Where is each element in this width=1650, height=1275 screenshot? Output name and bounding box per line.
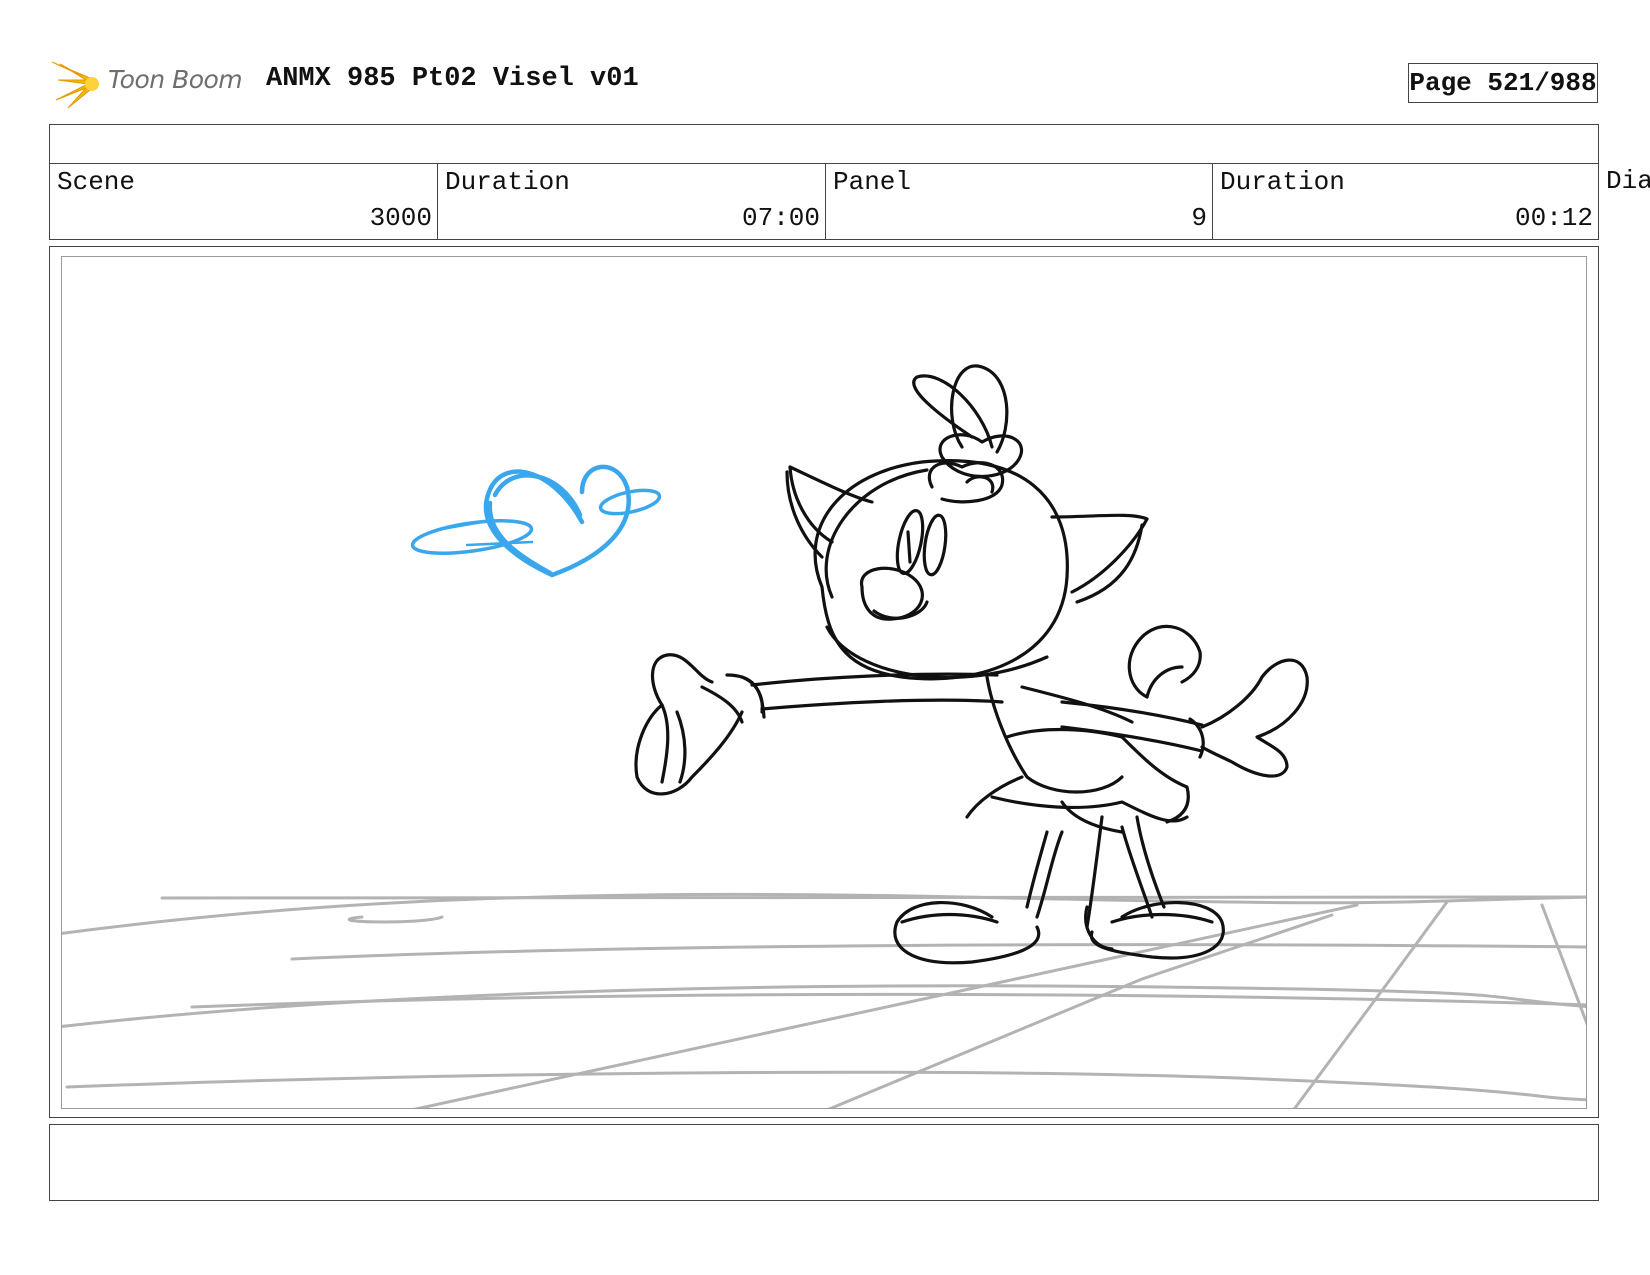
scene-duration-label: Duration xyxy=(445,167,570,197)
panel-duration-label: Duration xyxy=(1220,167,1345,197)
scene-label: Scene xyxy=(57,167,136,197)
panel-value: 9 xyxy=(1191,203,1207,233)
scene-duration-value: 07:00 xyxy=(741,203,820,233)
panel-duration-value: 00:12 xyxy=(1514,203,1593,233)
page-indicator: Page 521/988 xyxy=(1408,63,1598,103)
panel-label: Panel xyxy=(833,167,912,197)
character-sketch xyxy=(634,364,1309,965)
floor-grid xyxy=(62,892,1586,1108)
storyboard-sketch xyxy=(62,364,1586,1108)
blue-heart-sketch xyxy=(410,464,662,578)
logo-text: Toon Boom xyxy=(108,65,243,94)
panel-duration-cell: Duration 00:12 xyxy=(1213,164,1598,239)
starburst-icon xyxy=(51,61,99,109)
dialogue-notes-box xyxy=(49,1124,1599,1201)
storyboard-panel-image xyxy=(61,256,1587,1109)
info-table: Scene 3000 Duration 07:00 Panel 9 Durati… xyxy=(49,163,1599,240)
scene-value: 3000 xyxy=(369,203,432,233)
info-header-strip xyxy=(49,124,1599,164)
document-title: ANMX 985 Pt02 Visel v01 xyxy=(266,64,639,94)
dialogue-column-label: Dia xyxy=(1606,166,1650,196)
scene-cell: Scene 3000 xyxy=(50,164,438,239)
scene-duration-cell: Duration 07:00 xyxy=(438,164,826,239)
panel-cell: Panel 9 xyxy=(826,164,1213,239)
toon-boom-logo: Toon Boom xyxy=(51,56,252,110)
